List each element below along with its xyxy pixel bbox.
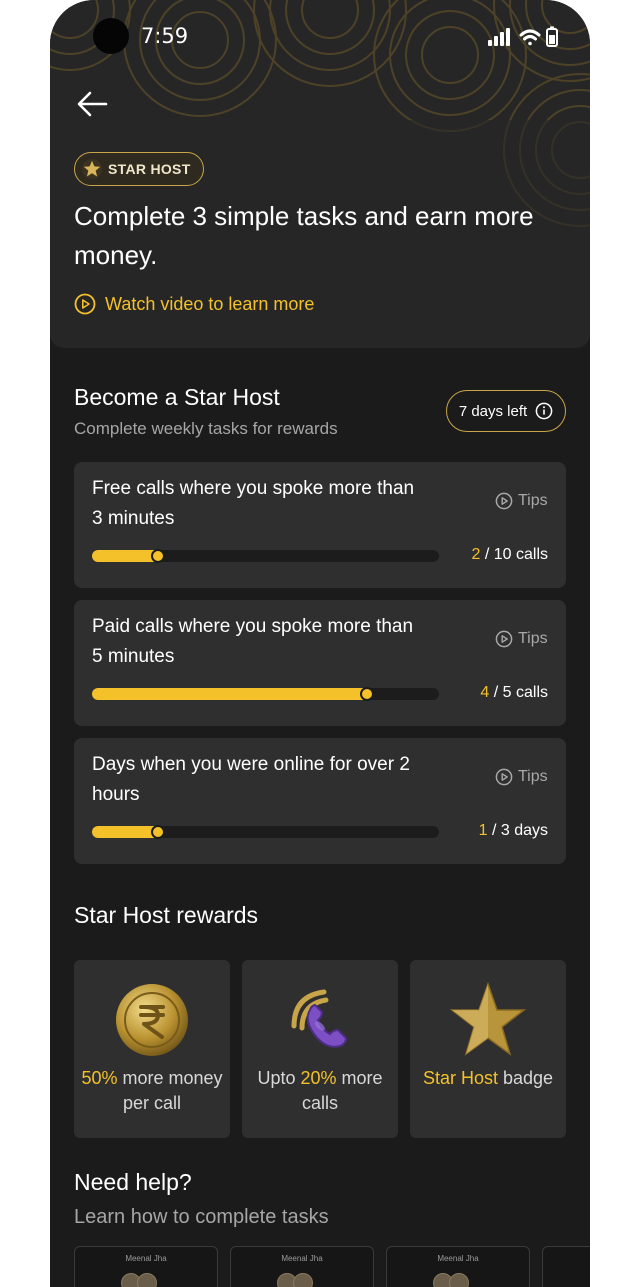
task-count: 2 / 10 calls <box>472 546 549 564</box>
reward-text: Star Host badge <box>410 1066 566 1091</box>
tips-label: Tips <box>518 492 548 509</box>
battery-icon <box>546 26 558 47</box>
camera-cutout <box>93 18 129 54</box>
status-bar: 7:59 <box>50 0 590 74</box>
progress-knob <box>359 687 374 701</box>
tips-button[interactable]: Tips <box>495 768 548 786</box>
reward-text: Upto 20% more calls <box>242 1066 398 1116</box>
task-total: / 5 calls <box>493 684 548 701</box>
help-video-thumbnail[interactable] <box>542 1246 590 1287</box>
reward-post: more money per call <box>117 1068 223 1113</box>
reward-post: badge <box>497 1068 554 1088</box>
task-count: 4 / 5 calls <box>480 684 548 702</box>
progress-knob <box>151 825 166 839</box>
reward-card-money[interactable]: 50% more money per call <box>74 960 230 1138</box>
task-total: / 10 calls <box>484 546 548 563</box>
play-circle-icon <box>495 768 513 786</box>
star-host-badge: STAR HOST <box>74 152 204 186</box>
task-done-count: 1 <box>478 822 488 839</box>
tasks-section-subtitle: Complete weekly tasks for rewards <box>74 419 338 438</box>
thumb-name: Meenal Jha <box>437 1254 479 1263</box>
reward-pre: Upto <box>257 1068 301 1088</box>
wifi-icon <box>519 29 541 46</box>
play-circle-icon <box>495 630 513 648</box>
progress-track <box>92 549 439 563</box>
task-card-free-calls: Free calls where you spoke more than 3 m… <box>74 462 566 588</box>
badge-label: STAR HOST <box>108 161 191 177</box>
reward-highlight: 50% <box>81 1068 118 1088</box>
tips-label: Tips <box>518 768 548 785</box>
star-badge-icon <box>449 981 527 1056</box>
status-icons <box>488 26 558 47</box>
play-circle-icon <box>495 492 513 510</box>
play-circle-icon <box>74 293 96 315</box>
task-total: / 3 days <box>491 822 548 839</box>
clock: 7:59 <box>141 24 189 48</box>
progress-track <box>92 687 439 701</box>
reward-text: 50% more money per call <box>74 1066 230 1116</box>
task-done-count: 2 <box>471 546 481 563</box>
tips-button[interactable]: Tips <box>495 492 548 510</box>
help-section-subtitle: Learn how to complete tasks <box>74 1206 329 1228</box>
avatar <box>137 1273 157 1287</box>
help-video-thumbnail[interactable]: Meenal Jha <box>386 1246 530 1287</box>
task-count: 1 / 3 days <box>479 822 548 840</box>
progress-track <box>92 825 439 839</box>
help-video-thumbnail[interactable]: Meenal Jha <box>230 1246 374 1287</box>
watch-video-label: Watch video to learn more <box>105 293 315 314</box>
help-video-thumbnail[interactable]: Meenal Jha <box>74 1246 218 1287</box>
days-left-pill[interactable]: 7 days left <box>446 390 566 432</box>
hero-banner: 7:59 STAR HOST Complete 3 simple tasks a… <box>50 0 590 348</box>
task-done-count: 4 <box>480 684 490 701</box>
tasks-section-title: Become a Star Host <box>74 384 280 410</box>
tips-label: Tips <box>518 630 548 647</box>
task-title: Free calls where you spoke more than 3 m… <box>92 478 415 529</box>
back-arrow-icon[interactable] <box>72 84 112 124</box>
progress-knob <box>151 549 166 563</box>
thumb-name: Meenal Jha <box>281 1254 323 1263</box>
info-icon <box>535 402 553 420</box>
rupee-coin-icon <box>116 984 188 1056</box>
hero-title: Complete 3 simple tasks and earn more mo… <box>74 201 534 270</box>
signal-icon <box>488 28 510 46</box>
task-title: Days when you were online for over 2 hou… <box>92 754 410 805</box>
gold-star-icon <box>81 158 103 180</box>
task-card-online-days: Days when you were online for over 2 hou… <box>74 738 566 864</box>
watch-video-link[interactable]: Watch video to learn more <box>74 293 314 315</box>
avatar <box>293 1273 313 1287</box>
task-title: Paid calls where you spoke more than 5 m… <box>92 616 414 667</box>
days-left-label: 7 days left <box>458 402 528 420</box>
tips-button[interactable]: Tips <box>495 630 548 648</box>
app-screen: 7:59 STAR HOST Complete 3 simple tasks a… <box>50 0 590 1287</box>
reward-highlight: Star Host <box>422 1068 498 1088</box>
reward-card-badge[interactable]: Star Host badge <box>410 960 566 1138</box>
task-card-paid-calls: Paid calls where you spoke more than 5 m… <box>74 600 566 726</box>
avatar <box>449 1273 469 1287</box>
reward-card-calls[interactable]: Upto 20% more calls <box>242 960 398 1138</box>
reward-highlight: 20% <box>300 1068 337 1088</box>
phone-call-icon <box>291 989 348 1048</box>
thumb-name: Meenal Jha <box>125 1254 167 1263</box>
help-section-title: Need help? <box>74 1169 192 1195</box>
rewards-section-title: Star Host rewards <box>74 902 259 928</box>
progress-fill <box>92 688 370 700</box>
